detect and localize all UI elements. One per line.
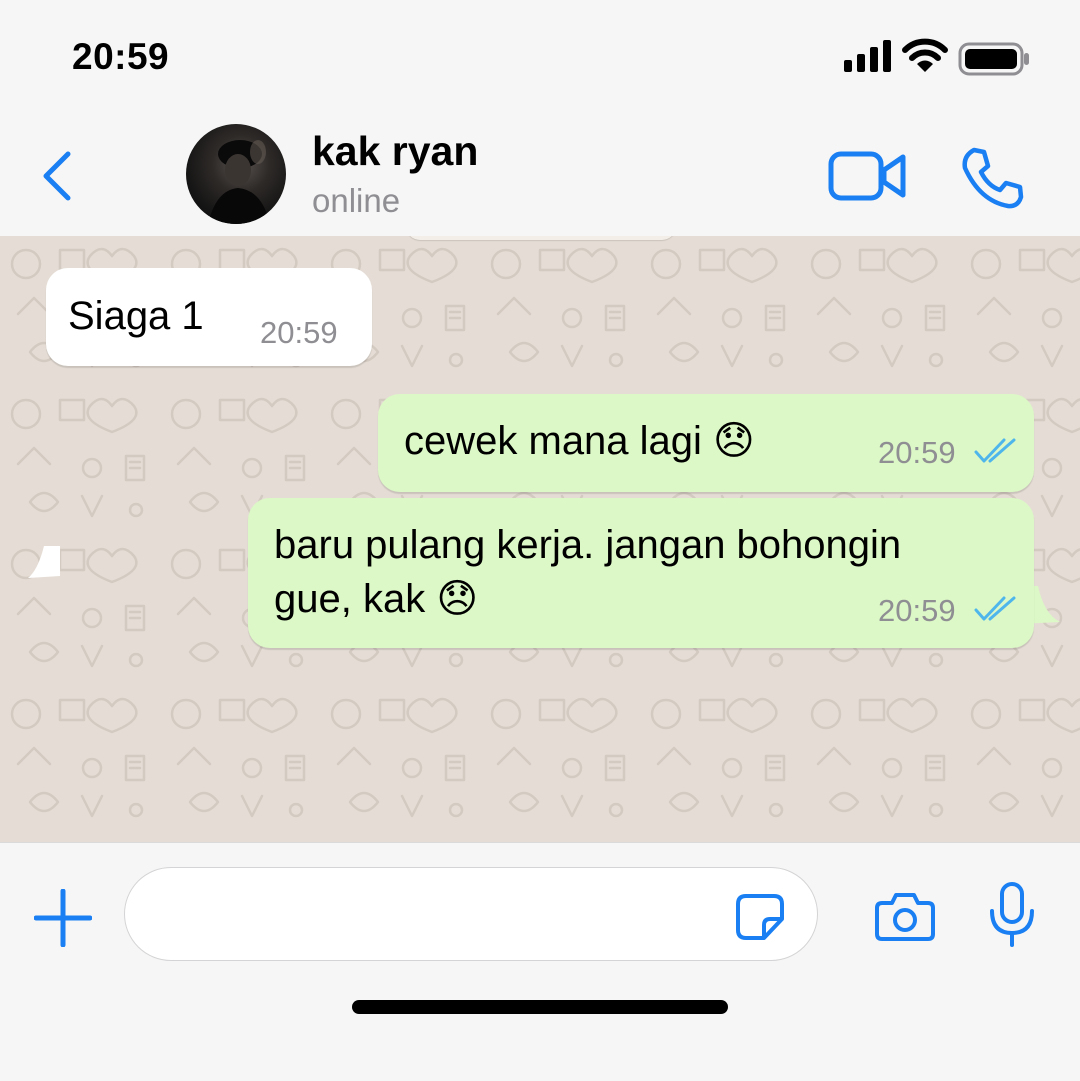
message-time: 20:59 bbox=[878, 435, 956, 470]
home-indicator[interactable] bbox=[352, 1000, 728, 1014]
voice-call-icon[interactable] bbox=[960, 146, 1024, 210]
previous-message-bubble bbox=[406, 236, 676, 240]
double-check-icon bbox=[974, 438, 1016, 463]
message-text: Siaga 1 bbox=[68, 294, 204, 338]
video-call-icon[interactable] bbox=[828, 148, 908, 204]
avatar-photo bbox=[208, 140, 270, 224]
camera-icon[interactable] bbox=[874, 891, 936, 943]
chat-header: kak ryan online bbox=[0, 112, 1080, 237]
message-input[interactable] bbox=[124, 867, 818, 961]
contact-status: online bbox=[312, 182, 401, 219]
contact-name[interactable]: kak ryan bbox=[312, 128, 478, 175]
plus-icon[interactable] bbox=[34, 889, 92, 947]
chat-area[interactable]: Siaga 1 20:59 cewek mana lagi 😞 20:59 ba… bbox=[0, 236, 1080, 842]
message-text: cewek mana lagi 😞 bbox=[404, 419, 755, 463]
bubble-tail bbox=[28, 546, 60, 578]
wifi-icon bbox=[902, 38, 948, 72]
battery-icon bbox=[958, 42, 1029, 76]
message-time: 20:59 bbox=[878, 593, 956, 628]
status-bar: 20:59 bbox=[0, 0, 1080, 112]
avatar[interactable] bbox=[186, 124, 286, 224]
double-check-icon bbox=[974, 596, 1016, 621]
input-bar bbox=[0, 842, 1080, 1081]
mic-icon[interactable] bbox=[986, 881, 1038, 949]
message-bubble-outgoing[interactable]: cewek mana lagi 😞 20:59 bbox=[378, 394, 1034, 492]
chevron-left-icon[interactable] bbox=[38, 148, 78, 204]
sticker-icon[interactable] bbox=[734, 893, 786, 941]
signal-icon bbox=[844, 40, 891, 72]
message-text-line-1: baru pulang kerja. jangan bohongin bbox=[274, 523, 902, 567]
message-bubble-incoming[interactable]: Siaga 1 20:59 bbox=[46, 268, 372, 366]
message-text-line-2: gue, kak 😞 bbox=[274, 577, 479, 621]
message-bubble-outgoing[interactable]: baru pulang kerja. jangan bohongin gue, … bbox=[248, 498, 1034, 648]
message-time: 20:59 bbox=[260, 315, 338, 350]
status-time: 20:59 bbox=[72, 36, 170, 77]
